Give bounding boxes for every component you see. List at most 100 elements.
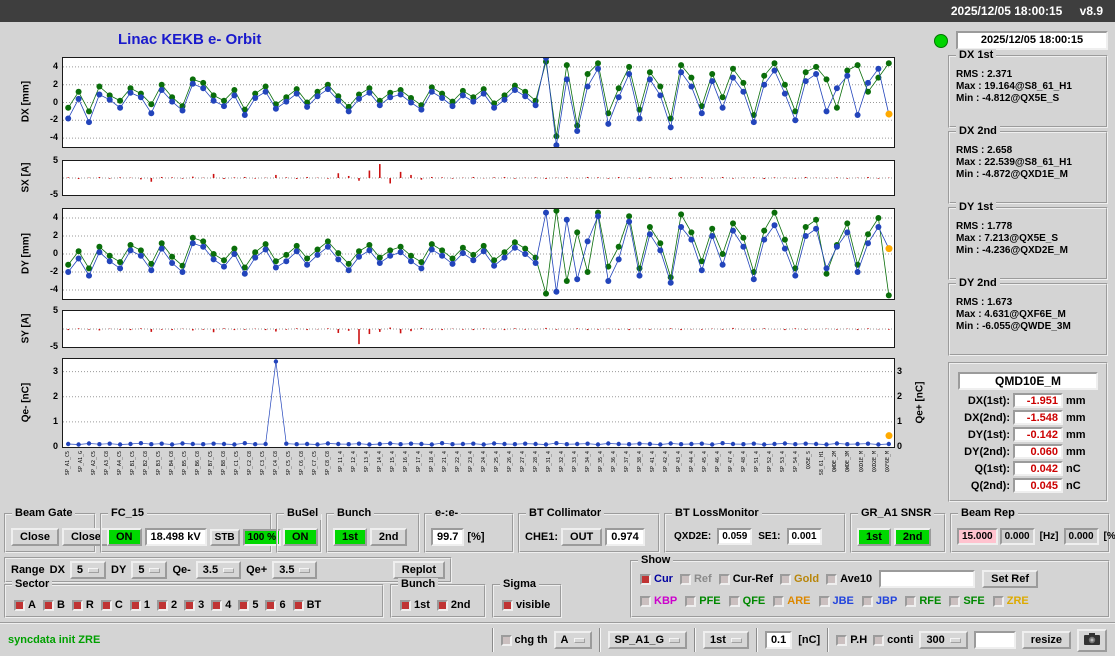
screenshot-button[interactable] <box>1077 628 1107 652</box>
device-dropdown[interactable]: SP_A1_G <box>607 631 688 649</box>
show-jbe-toggle[interactable]: JBE <box>818 595 854 607</box>
x-axis-label: SP_31_4 <box>546 451 553 473</box>
show-pfe-toggle[interactable]: PFE <box>685 595 721 607</box>
sector-toggle-3[interactable]: 3 <box>184 599 204 611</box>
window-titlebar: 2025/12/05 18:00:15 v8.9 <box>0 0 1115 22</box>
e-ratio-unit: [%] <box>467 531 485 543</box>
chg-th-toggle[interactable]: chg th <box>500 634 548 646</box>
show-zre-toggle[interactable]: ZRE <box>992 595 1029 607</box>
x-axis-label: SP_47_4 <box>728 451 735 473</box>
show-ref-toggle[interactable]: Ref <box>679 573 712 585</box>
set-ref-button[interactable]: Set Ref <box>982 570 1039 588</box>
sector-dropdown[interactable]: A <box>553 631 592 649</box>
y-tick-label: 2 <box>897 390 903 401</box>
range-dx-dropdown[interactable]: 5 <box>69 561 107 579</box>
checkbox-icon <box>640 573 651 585</box>
resize-button[interactable]: resize <box>1021 631 1071 649</box>
sector-toggle-b[interactable]: B <box>42 599 65 611</box>
ref-name-input[interactable] <box>879 570 976 588</box>
range-qe-minus-dropdown[interactable]: 3.5 <box>195 561 242 579</box>
range-dx-label: DX <box>49 564 65 576</box>
x-axis-label: SP_16_4 <box>402 451 409 473</box>
show-jbp-toggle[interactable]: JBP <box>861 595 897 607</box>
panel-dx-2nd: DX 2nd RMS : 2.658 Max : 22.539@S8_61_H1… <box>948 125 1108 204</box>
qmd-value: 0.045 <box>1013 478 1063 493</box>
se1-readout: 0.001 <box>786 528 822 545</box>
checkbox-icon <box>211 599 223 611</box>
sync-status-text: syncdata init ZRE <box>8 634 101 646</box>
option-menu-glyph <box>730 637 742 643</box>
sector-toggle-bt[interactable]: BT <box>292 599 321 611</box>
sector-toggle-2[interactable]: 2 <box>156 599 177 611</box>
checkbox-icon <box>502 599 513 611</box>
x-axis-label: SP_18_4 <box>428 451 435 473</box>
qmd-row: DX(1st): -1.951 mm <box>950 393 1106 408</box>
bpm-name-axis: SP_A1_C5 SP_A1_G SP_A2_C5 SP_A3_C8 SP_A4_C5 S… <box>62 450 895 506</box>
replot-button[interactable]: Replot <box>392 561 445 579</box>
gr-a1-2nd-button[interactable]: 2nd <box>893 528 932 546</box>
fc15-stb-button[interactable]: STB <box>209 528 240 546</box>
checkbox-icon <box>818 595 830 607</box>
ph-toggle[interactable]: P.H <box>836 634 867 646</box>
sector-toggle-6[interactable]: 6 <box>265 599 286 611</box>
y-tick-label: 0 <box>52 96 58 107</box>
sector-toggle-1[interactable]: 1 <box>129 599 150 611</box>
bunch-1st-button[interactable]: 1st <box>333 528 367 546</box>
range-dy-dropdown[interactable]: 5 <box>131 561 168 579</box>
fc15-on-button[interactable]: ON <box>107 528 142 546</box>
group-beam-gate: Beam Gate Close Close <box>4 507 110 553</box>
bunch-2nd-button[interactable]: 2nd <box>369 528 408 546</box>
range-qe-plus-dropdown[interactable]: 3.5 <box>272 561 318 579</box>
sector-toggle-4[interactable]: 4 <box>211 599 231 611</box>
stat-min: Min : -4.872@QXD1E_M <box>956 169 1069 180</box>
show-rfe-toggle[interactable]: RFE <box>905 595 941 607</box>
y-tick-label: 2 <box>52 230 58 240</box>
show-cur-ref-toggle[interactable]: Cur-Ref <box>718 573 773 585</box>
charge-plot <box>62 358 895 448</box>
show-cur-toggle[interactable]: Cur <box>640 573 673 585</box>
checkbox-icon <box>780 573 792 585</box>
sector-toggle-a[interactable]: A <box>14 599 36 611</box>
x-axis-label: QWDE_2M <box>832 451 839 473</box>
group-title: Sector <box>12 578 53 591</box>
interval-dropdown[interactable]: 300 <box>919 631 968 649</box>
bunch-2nd-toggle[interactable]: 2nd <box>436 599 470 611</box>
show-qfe-toggle[interactable]: QFE <box>728 595 765 607</box>
sy-steering-plot <box>62 310 895 348</box>
sector-toggle-c[interactable]: C <box>100 599 123 611</box>
checkbox-icon <box>184 599 196 611</box>
qmd-row: DX(2nd): -1.548 mm <box>950 410 1106 425</box>
status-bar: syncdata init ZRE chg th A SP_A1_G 1st 0… <box>0 622 1115 656</box>
qxd2e-label: QXD2E: <box>674 531 712 542</box>
show-sfe-toggle[interactable]: SFE <box>949 595 985 607</box>
checkbox-icon <box>873 634 885 646</box>
checkbox-icon <box>685 595 697 607</box>
show-gold-toggle[interactable]: Gold <box>780 573 819 585</box>
gr-a1-1st-button[interactable]: 1st <box>857 528 891 546</box>
sigma-visible-toggle[interactable]: visible <box>502 599 550 611</box>
busel-on-button[interactable]: ON <box>283 528 318 546</box>
conti-toggle[interactable]: conti <box>873 634 913 646</box>
che1-out-button[interactable]: OUT <box>561 528 603 546</box>
y-tick-label: 0 <box>897 441 903 451</box>
y-tick-label: 4 <box>52 60 58 71</box>
sector-toggle-r[interactable]: R <box>71 599 94 611</box>
x-axis-label: SP_27_4 <box>520 451 527 473</box>
bunch-dropdown[interactable]: 1st <box>703 631 749 649</box>
y-tick-label: -5 <box>49 189 58 199</box>
x-axis-label: SP_B2_C8 <box>142 451 149 476</box>
separator <box>491 628 494 652</box>
sector-toggle-5[interactable]: 5 <box>238 599 258 611</box>
linac-orbit-window: 2025/12/05 18:00:15 v8.9 Linac KEKB e- O… <box>0 0 1115 656</box>
show-kbp-toggle[interactable]: KBP <box>640 595 677 607</box>
beam-gate-close-1-button[interactable]: Close <box>11 528 59 546</box>
qmd-label: DX(1st): <box>967 394 1010 407</box>
show-are-toggle[interactable]: ARE <box>773 595 811 607</box>
dy-orbit-plot <box>62 208 895 300</box>
x-axis-label: SP_34_4 <box>585 451 592 473</box>
x-axis-label: SP_53_4 <box>780 451 787 473</box>
interval-input[interactable] <box>973 631 1016 649</box>
bunch-1st-toggle[interactable]: 1st <box>400 599 430 611</box>
fc15-kv-readout: 18.498 kV <box>144 528 207 546</box>
show-ave10-toggle[interactable]: Ave10 <box>826 573 872 585</box>
